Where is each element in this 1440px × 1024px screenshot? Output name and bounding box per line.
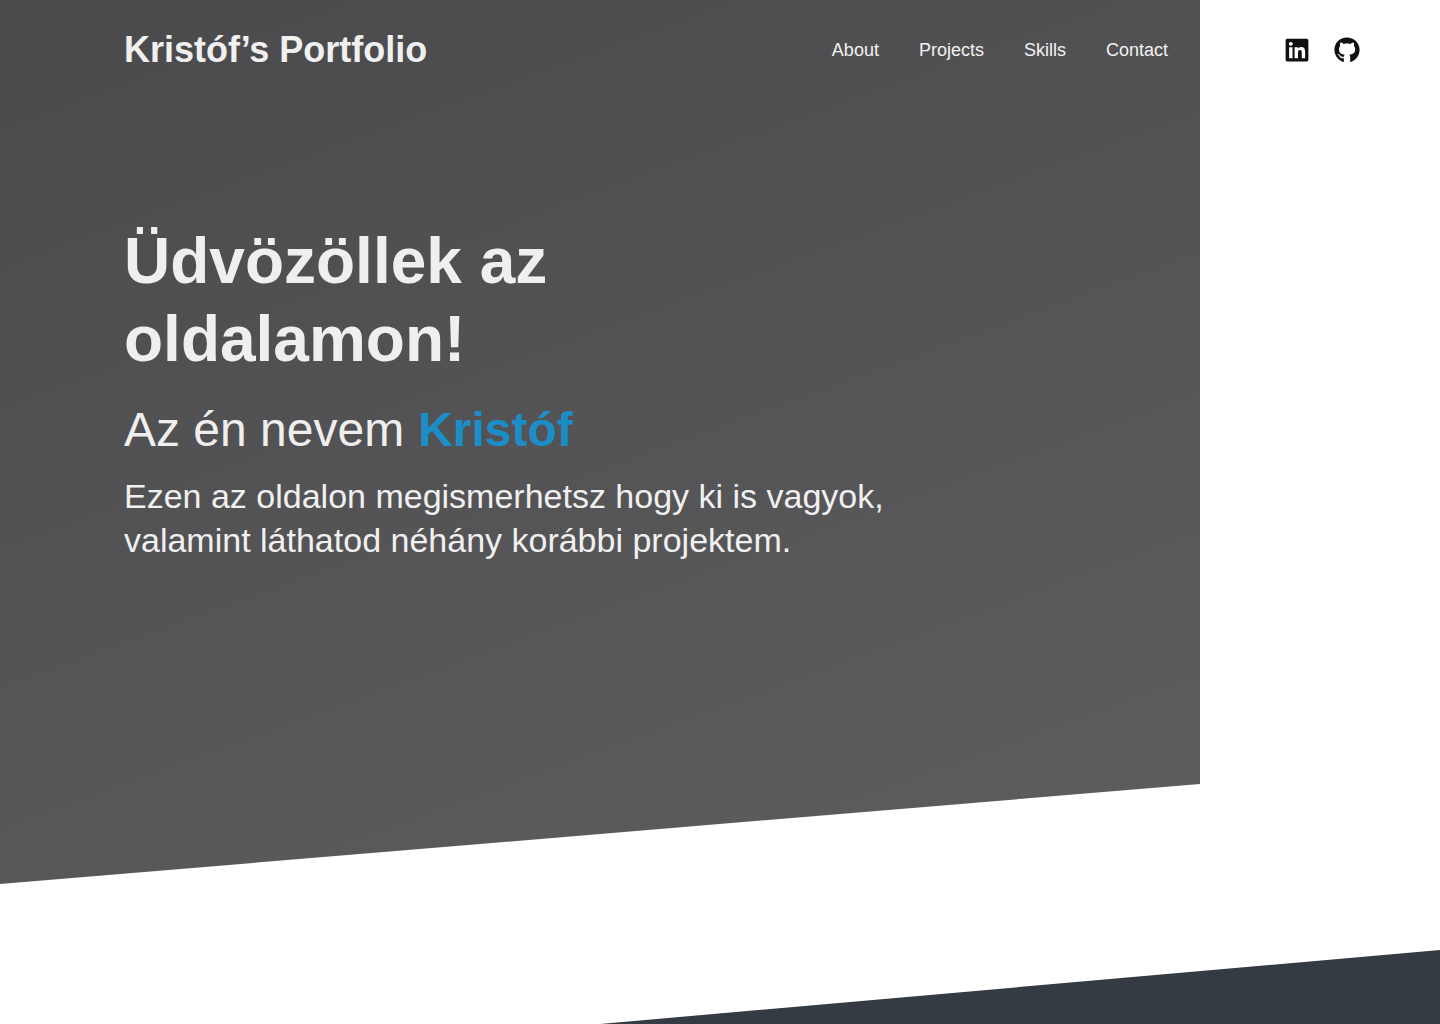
nav-link[interactable]: About — [832, 40, 879, 61]
name-highlight: Kristóf — [418, 403, 573, 456]
intro-text: Ezen az oldalon megismerhetsz hogy ki is… — [124, 474, 914, 562]
nav-link[interactable]: Skills — [1024, 40, 1066, 61]
nav-link[interactable]: Contact — [1106, 40, 1168, 61]
linkedin-icon[interactable] — [1284, 37, 1310, 63]
site-title[interactable]: Kristóf’s Portfolio — [124, 29, 427, 71]
main-nav: About Projects Skills Contact — [832, 40, 1168, 61]
hero-heading: Üdvözöllek az oldalamon! — [124, 222, 744, 378]
github-icon[interactable] — [1334, 37, 1360, 63]
portfolio-page: Kristóf’s Portfolio About Projects Skills Co… — [0, 0, 1440, 1024]
nav-link[interactable]: Projects — [919, 40, 984, 61]
hero: Üdvözöllek az oldalamon! Az én nevemKrist… — [0, 72, 1440, 562]
social-links — [1284, 37, 1360, 63]
top-bar: Kristóf’s Portfolio About Projects Skills Co… — [0, 0, 1440, 72]
name-line: Az én nevemKristóf — [124, 400, 1440, 460]
